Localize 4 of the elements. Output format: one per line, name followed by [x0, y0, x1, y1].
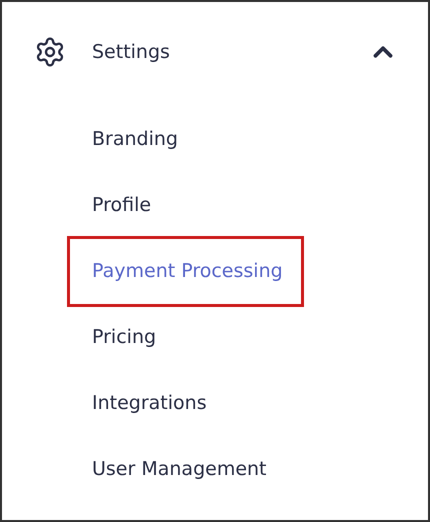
- menu-title: Settings: [92, 41, 171, 63]
- settings-menu-header[interactable]: Settings: [2, 22, 428, 82]
- menu-item[interactable]: Payment Processing: [67, 236, 304, 306]
- settings-icon: [34, 36, 66, 68]
